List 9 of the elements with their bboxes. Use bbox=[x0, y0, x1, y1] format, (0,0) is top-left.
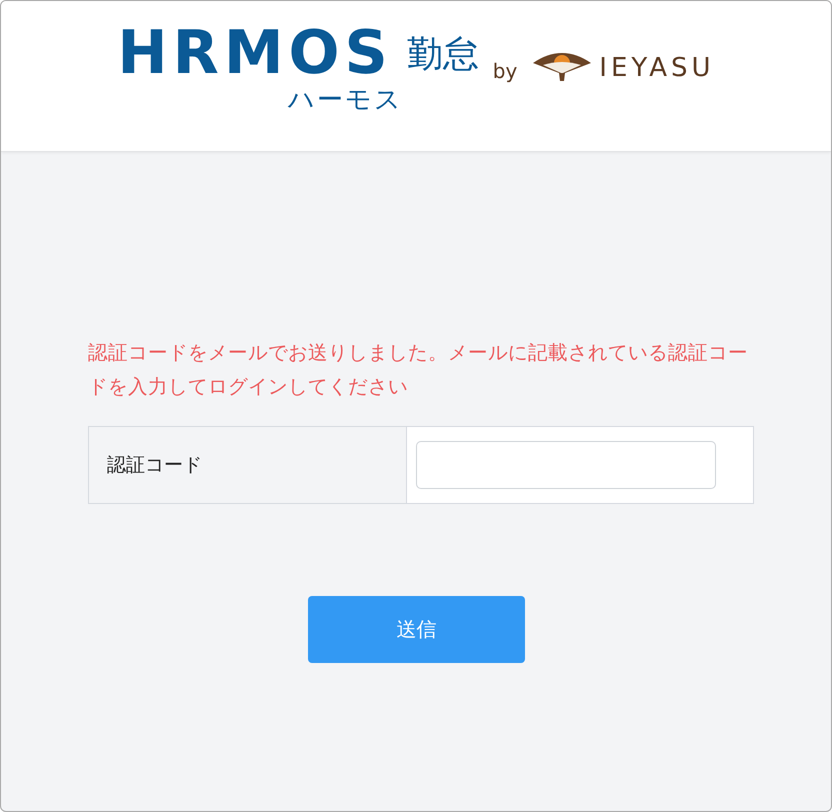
instruction-message: 認証コードをメールでお送りしました。メールに記載されている認証コードを入力してログインしてください bbox=[88, 340, 749, 400]
field-label: 認証コード bbox=[88, 426, 406, 504]
logo-reading: ハーモス bbox=[288, 85, 403, 115]
logo-wordmark: HRMOS bbox=[117, 21, 393, 85]
logo-product-name: 勤怠 bbox=[406, 33, 479, 77]
code-input-field[interactable] bbox=[416, 441, 716, 489]
logo-by-text: by bbox=[492, 59, 518, 83]
logo-partner-name: IEYASU bbox=[599, 53, 715, 83]
submit-button[interactable]: 送信 bbox=[308, 596, 525, 663]
